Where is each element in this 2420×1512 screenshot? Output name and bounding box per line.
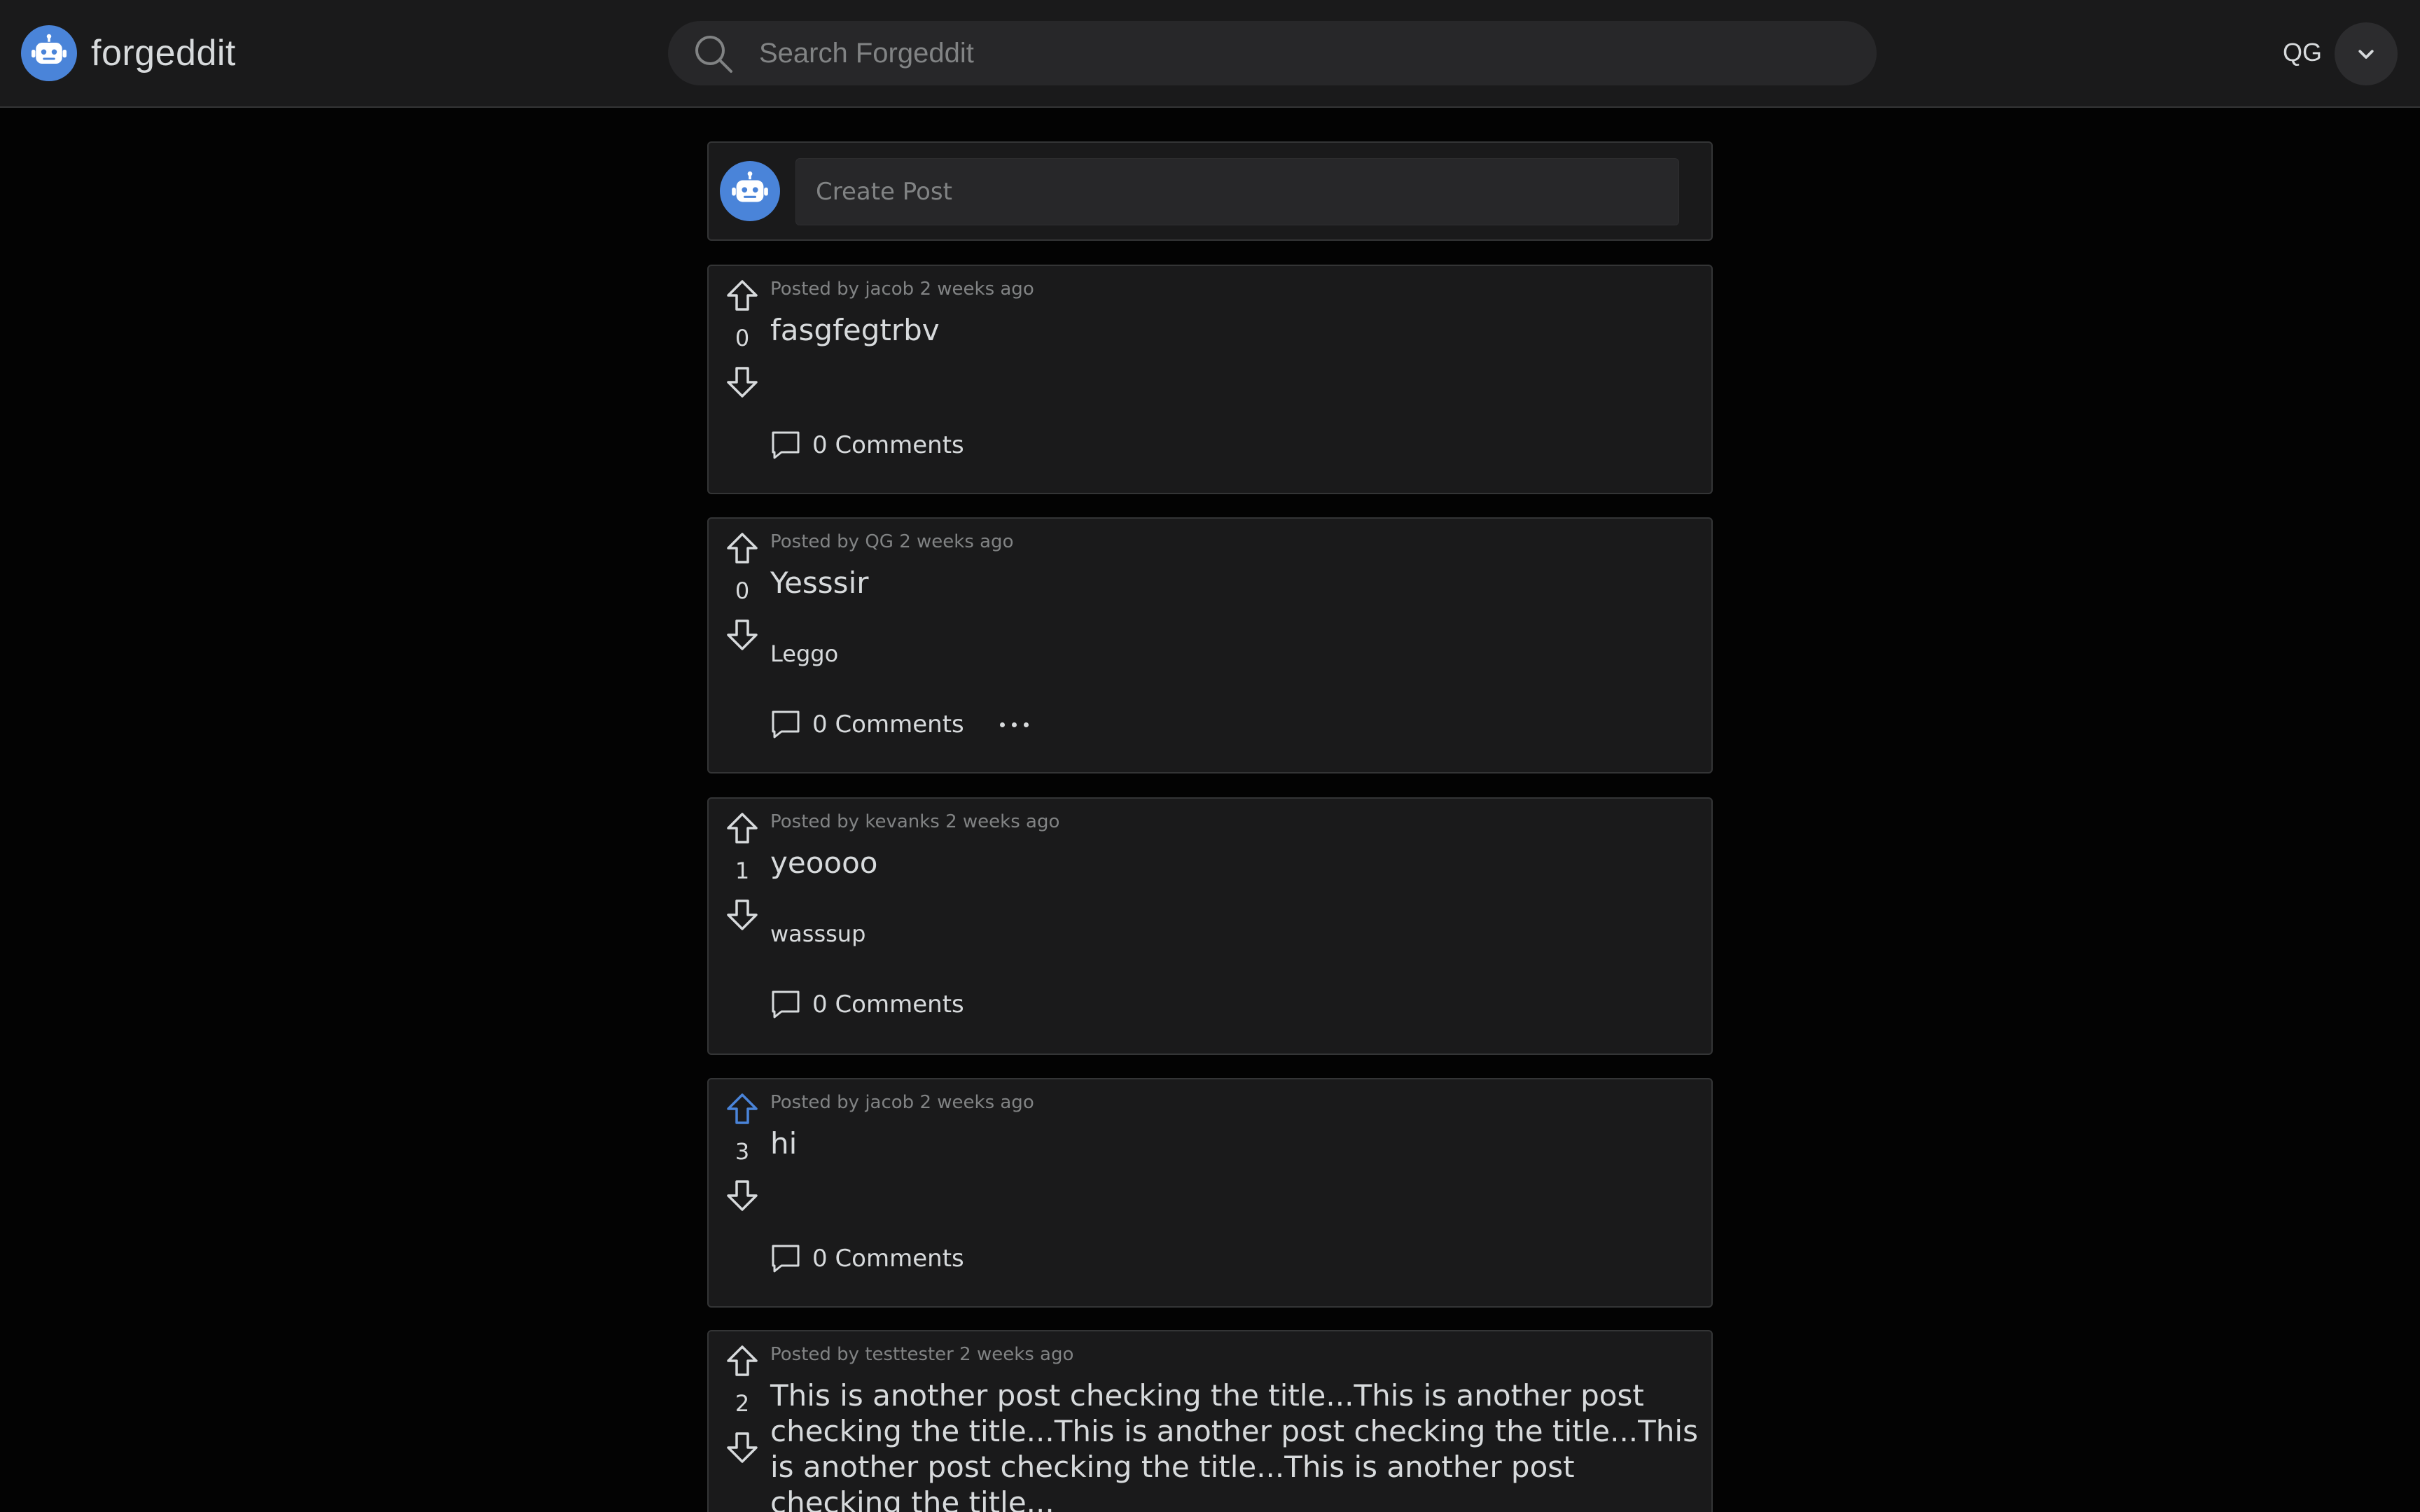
vote-count: 3: [735, 1138, 750, 1165]
top-bar: forgeddit QG: [0, 0, 2420, 108]
more-dot: [999, 722, 1005, 727]
comments-count: 0 Comments: [812, 1245, 964, 1273]
comment-icon: [772, 1245, 800, 1273]
post-card[interactable]: 2 Posted by testtester 2 weeks ago This …: [707, 1330, 1713, 1512]
post-title[interactable]: hi: [770, 1126, 1709, 1161]
downvote-arrow-icon[interactable]: [724, 617, 760, 653]
downvote-arrow-icon[interactable]: [724, 1429, 760, 1466]
chevron-down-icon: [2358, 50, 2374, 59]
search-icon: [695, 36, 732, 73]
downvote-arrow-icon[interactable]: [724, 1177, 760, 1214]
username-label[interactable]: QG: [2283, 38, 2322, 67]
post-title[interactable]: This is another post checking the title.…: [770, 1378, 1709, 1512]
upvote-arrow-icon-active[interactable]: [724, 1091, 760, 1127]
post-meta: Posted by kevanks 2 weeks ago: [770, 811, 1060, 832]
comment-icon: [772, 710, 800, 738]
robot-icon: [21, 25, 77, 81]
comments-button[interactable]: 0 Comments: [770, 989, 964, 1020]
post-body: wasssup: [770, 920, 866, 947]
downvote-arrow-icon[interactable]: [724, 897, 760, 933]
post-meta: Posted by jacob 2 weeks ago: [770, 1092, 1034, 1113]
vote-count: 1: [735, 858, 750, 884]
vote-count: 2: [735, 1390, 750, 1417]
comments-count: 0 Comments: [812, 710, 964, 738]
post-meta: Posted by jacob 2 weeks ago: [770, 279, 1034, 300]
vote-count: 0: [735, 325, 750, 351]
more-dot: [1011, 722, 1017, 727]
user-menu-button[interactable]: [2335, 22, 2398, 85]
more-options-button[interactable]: [993, 710, 1035, 738]
post-body: Leggo: [770, 640, 839, 667]
upvote-arrow-icon[interactable]: [724, 1343, 760, 1379]
upvote-arrow-icon[interactable]: [724, 810, 760, 846]
post-title[interactable]: yeoooo: [770, 845, 1709, 881]
brand-name: forgeddit: [91, 33, 236, 74]
search-input[interactable]: [759, 21, 1851, 85]
comment-icon: [772, 990, 800, 1018]
comments-button[interactable]: 0 Comments: [770, 709, 964, 740]
post-title[interactable]: Yesssir: [770, 565, 1709, 601]
post-meta: Posted by testtester 2 weeks ago: [770, 1344, 1074, 1365]
post-card[interactable]: 1 Posted by kevanks 2 weeks ago yeoooo w…: [707, 797, 1713, 1055]
more-dot: [1023, 722, 1029, 727]
post-meta: Posted by QG 2 weeks ago: [770, 531, 1014, 552]
post-card[interactable]: 0 Posted by QG 2 weeks ago Yesssir Leggo…: [707, 517, 1713, 774]
vote-count: 0: [735, 578, 750, 604]
avatar: [720, 161, 780, 221]
upvote-arrow-icon[interactable]: [724, 277, 760, 314]
upvote-arrow-icon[interactable]: [724, 530, 760, 566]
create-post-input[interactable]: [795, 158, 1679, 225]
comments-button[interactable]: 0 Comments: [770, 1243, 964, 1274]
search-bar[interactable]: [668, 21, 1877, 85]
comments-button[interactable]: 0 Comments: [770, 430, 964, 461]
create-post-card: [707, 141, 1713, 241]
post-card[interactable]: 0 Posted by jacob 2 weeks ago fasgfegtrb…: [707, 265, 1713, 494]
comments-count: 0 Comments: [812, 431, 964, 459]
home-link[interactable]: forgeddit: [21, 25, 236, 81]
comments-count: 0 Comments: [812, 990, 964, 1018]
robot-icon: [732, 171, 768, 202]
comment-icon: [772, 431, 800, 459]
post-card[interactable]: 3 Posted by jacob 2 weeks ago hi 0 Comme…: [707, 1078, 1713, 1308]
post-title[interactable]: fasgfegtrbv: [770, 312, 1709, 348]
downvote-arrow-icon[interactable]: [724, 364, 760, 400]
